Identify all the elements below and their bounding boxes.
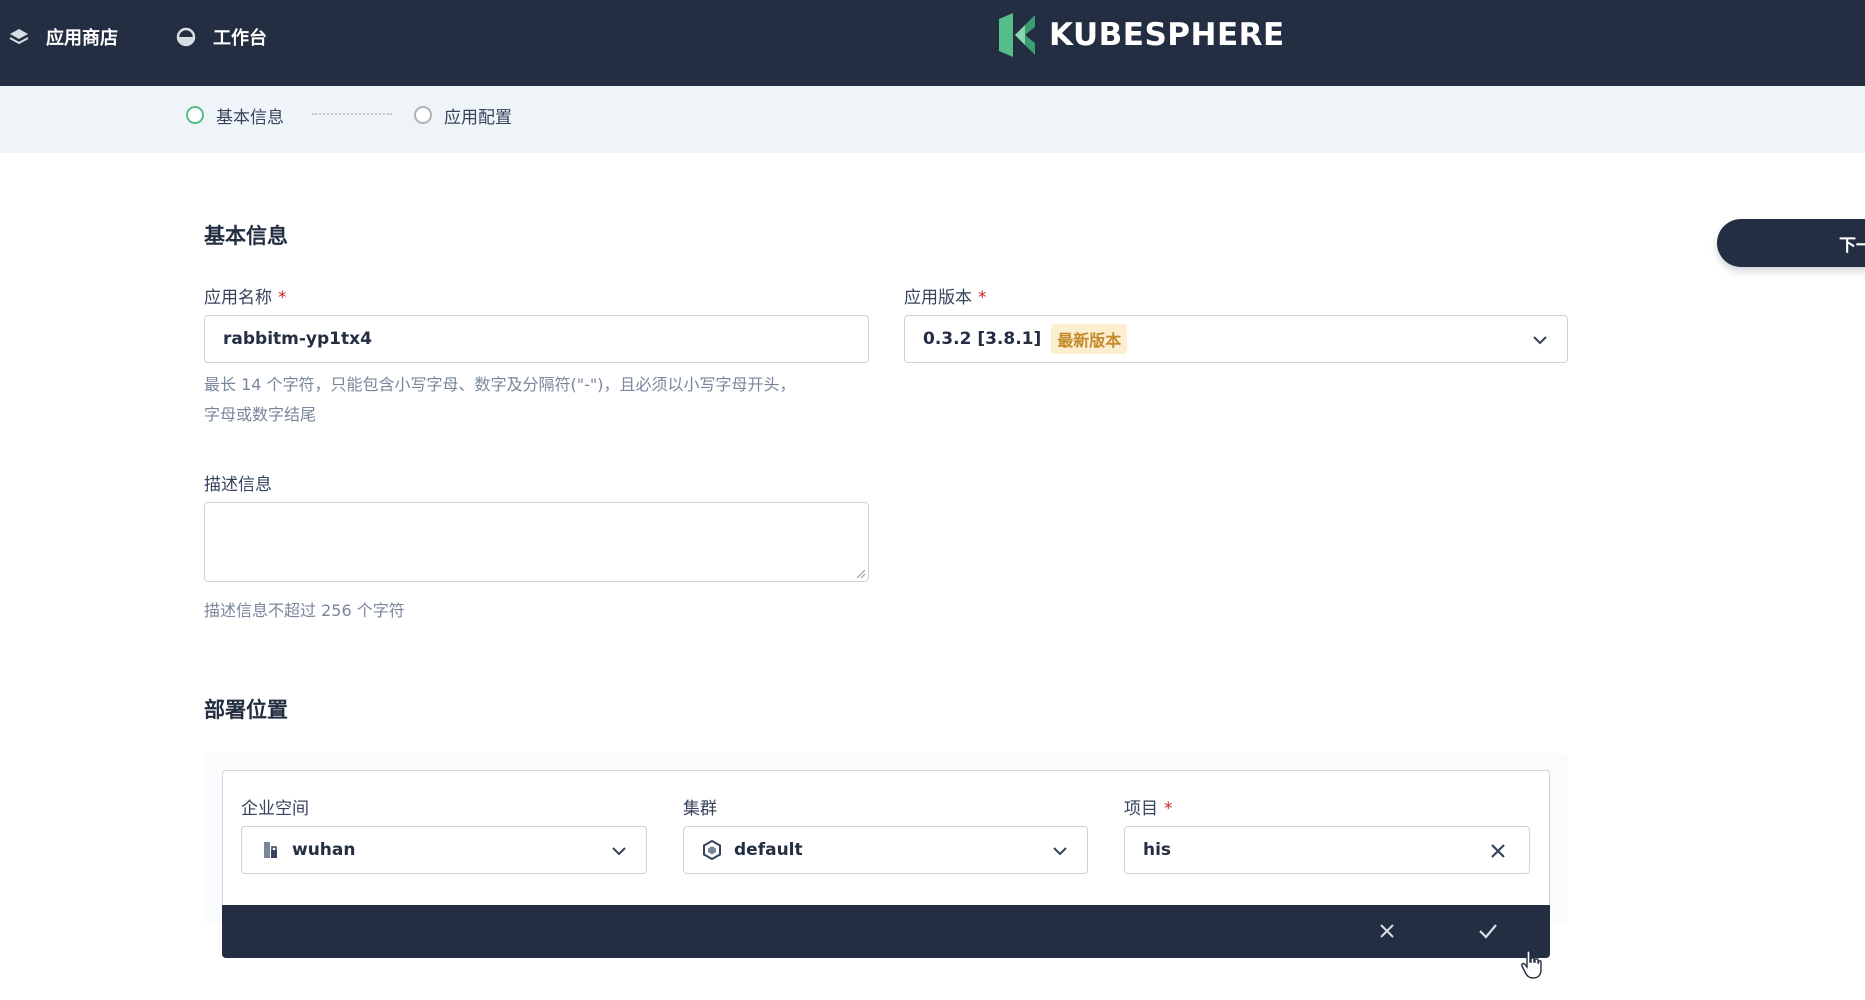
chevron-down-icon (612, 847, 626, 856)
description-hint: 描述信息不超过 256 个字符 (204, 601, 405, 620)
app-store-icon (8, 26, 30, 48)
hand-cursor-icon (1521, 950, 1542, 979)
logo-text: KUBESPHERE (1049, 17, 1285, 53)
app-name-value: rabbitm-yp1tx4 (223, 329, 372, 349)
deploy-action-bar (222, 905, 1550, 958)
app-name-label: 应用名称 * (204, 288, 287, 308)
step-connector (312, 113, 392, 115)
app-version-label: 应用版本 * (904, 288, 987, 308)
latest-version-badge: 最新版本 (1051, 324, 1128, 354)
step-basic-info-label: 基本信息 (216, 107, 284, 128)
step-app-config-label: 应用配置 (444, 107, 512, 128)
project-value: his (1143, 840, 1172, 860)
required-mark: * (978, 288, 987, 308)
cluster-icon (702, 840, 722, 860)
clear-icon[interactable] (1487, 840, 1509, 862)
close-icon (1380, 924, 1394, 938)
step-status-dot (414, 106, 432, 124)
app-version-value: 0.3.2 [3.8.1] (923, 329, 1042, 349)
workspace-select[interactable]: wuhan (241, 826, 647, 874)
chevron-down-icon (1533, 336, 1547, 345)
top-navbar: 应用商店 工作台 KUBESPHERE (0, 0, 1865, 86)
workbench-icon (175, 26, 197, 48)
project-input[interactable]: his (1124, 826, 1530, 874)
kubesphere-logo-icon (999, 13, 1035, 57)
nav-workbench[interactable]: 工作台 (175, 22, 267, 52)
required-mark: * (1164, 799, 1173, 819)
required-mark: * (278, 288, 287, 308)
next-button[interactable]: 下一 (1717, 219, 1865, 267)
step-app-config[interactable]: 应用配置 (414, 100, 512, 130)
kubesphere-logo: KUBESPHERE (995, 12, 1285, 58)
nav-workbench-label: 工作台 (213, 28, 267, 49)
deploy-location-title: 部署位置 (204, 698, 288, 722)
cluster-value: default (734, 840, 803, 860)
confirm-button[interactable] (1476, 919, 1500, 943)
resize-grip-icon[interactable] (855, 568, 865, 578)
basic-info-title: 基本信息 (204, 224, 288, 248)
nav-app-store-label: 应用商店 (46, 28, 118, 49)
cluster-label: 集群 (683, 799, 717, 819)
cancel-button[interactable] (1375, 919, 1399, 943)
description-textarea[interactable] (204, 502, 869, 582)
next-button-label: 下一 (1839, 235, 1865, 256)
description-label: 描述信息 (204, 475, 272, 495)
project-label: 项目 * (1124, 799, 1173, 819)
step-status-dot (186, 106, 204, 124)
workspace-value: wuhan (292, 840, 356, 860)
workspace-icon (260, 840, 280, 860)
cluster-select[interactable]: default (683, 826, 1088, 874)
app-version-select[interactable]: 0.3.2 [3.8.1] 最新版本 (904, 315, 1568, 363)
step-basic-info[interactable]: 基本信息 (186, 100, 284, 130)
app-name-hint: 最长 14 个字符，只能包含小写字母、数字及分隔符("-")，且必须以小写字母开… (204, 375, 796, 424)
app-name-input[interactable]: rabbitm-yp1tx4 (204, 315, 869, 363)
chevron-down-icon (1053, 847, 1067, 856)
workspace-label: 企业空间 (241, 799, 309, 819)
nav-app-store[interactable]: 应用商店 (8, 22, 118, 52)
check-icon (1479, 924, 1497, 939)
